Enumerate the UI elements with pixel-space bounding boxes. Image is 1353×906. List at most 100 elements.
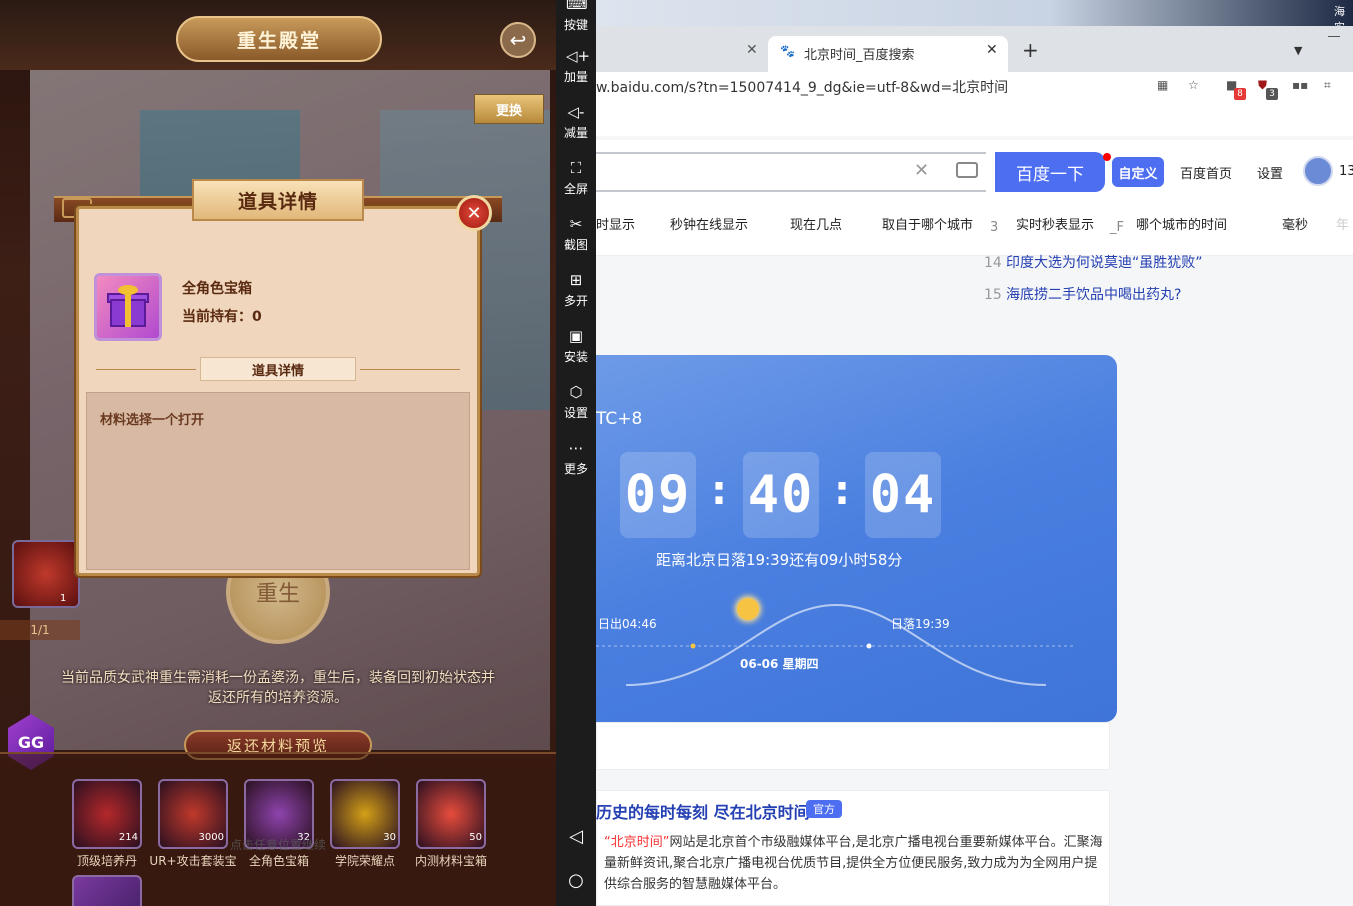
material-slot-label: 顶级培养丹 — [76, 854, 137, 868]
dialog-title: 道具详情 — [192, 179, 364, 221]
clock-seconds: 04 — [865, 452, 941, 538]
sidebar-button-keyboard[interactable]: ⌨ 按键 — [556, 0, 596, 33]
material-slot-count: 50 — [469, 832, 482, 843]
clock-colon: : — [834, 468, 850, 514]
suggestion-link[interactable]: 现在几点 — [790, 214, 842, 233]
rebirth-description: 当前品质女武神重生需消耗一份孟婆汤，重生后，装备回到初始状态并返还所有的培养资源… — [61, 670, 495, 706]
sidebar-button-label: 多开 — [563, 294, 588, 308]
sidebar-button-more[interactable]: ⋯ 更多 — [556, 438, 596, 477]
sidebar-button-apk[interactable]: ▣ 安装 — [556, 326, 596, 365]
material-slot-extra[interactable] — [72, 875, 142, 906]
sidebar-button-gear[interactable]: ⬡ 设置 — [556, 382, 596, 421]
tab-list-chevron-icon[interactable]: ▼ — [1294, 44, 1302, 57]
browser-window: 海实 ✕ 🐾 北京时间_百度搜索 ✕ + ▼ w.baidu.com/s?tn=… — [596, 0, 1353, 906]
section-divider-right — [360, 369, 460, 370]
sidebar-button-label: 设置 — [563, 406, 588, 420]
item-held-count: 当前持有：0 — [182, 309, 262, 325]
clock-hours: 09 — [620, 452, 696, 538]
hot-search-item[interactable]: 14 印度大选为何说莫迪“虽胜犹败” — [984, 252, 1203, 272]
section-label: 道具详情 — [200, 357, 356, 381]
clock-minutes: 40 — [743, 452, 819, 538]
gift-box-icon — [106, 285, 150, 329]
sidebar-button-volume-up[interactable]: ◁+ 加量 — [556, 46, 596, 85]
hot-search-title: 海底捞二手饮品中喝出药丸? — [1006, 287, 1182, 303]
sidebar-button-label: 截图 — [563, 238, 588, 252]
material-slot-label: 内测材料宝箱 — [414, 854, 487, 868]
tap-to-continue-text: 点击任意位置继续 — [230, 838, 327, 852]
dialog-close-button[interactable]: ✕ — [456, 195, 492, 231]
suggestion-link[interactable]: _F — [1110, 220, 1124, 235]
apps-grid-icon[interactable]: ▪▪ — [1292, 78, 1308, 94]
material-slot-label: 全角色宝箱 — [248, 854, 309, 868]
customize-button[interactable]: 自定义 — [1112, 157, 1164, 187]
sidebar-button-volume-down[interactable]: ◁- 减量 — [556, 102, 596, 141]
suggestion-link[interactable]: 年 — [1336, 214, 1349, 233]
clear-search-icon[interactable]: ✕ — [914, 160, 929, 181]
sidebar-button-fullscreen[interactable]: ⛶ 全屏 — [556, 158, 596, 197]
sunrise-time: 日出04:46 — [598, 617, 657, 631]
suggestion-link[interactable]: 时显示 — [596, 214, 635, 233]
browser-top-strip — [596, 0, 1353, 26]
avatar[interactable] — [1303, 156, 1333, 186]
prev-tab-close-button[interactable]: ✕ — [746, 42, 758, 58]
sidebar-button-multi-open[interactable]: ⊞ 多开 — [556, 270, 596, 309]
suggestion-link[interactable]: 秒钟在线显示 — [670, 214, 748, 233]
baidu-paw-icon: 🐾 — [780, 44, 795, 58]
tab-close-button[interactable]: ✕ — [986, 42, 998, 58]
bookmark-star-icon[interactable]: ☆ — [1188, 78, 1204, 94]
new-tab-button[interactable]: + — [1022, 38, 1039, 62]
extension-badge-red: 8 — [1234, 88, 1246, 100]
page-title: 重生殿堂 — [176, 16, 382, 62]
swap-button[interactable]: 更换 — [474, 94, 544, 124]
item-description: 材料选择一个打开 — [100, 413, 205, 428]
apk-icon: ▣ — [568, 327, 584, 345]
camera-icon[interactable] — [956, 162, 978, 178]
android-home-button[interactable]: ○ — [556, 870, 596, 891]
url-text[interactable]: w.baidu.com/s?tn=15007414_9_dg&ie=utf-8&… — [596, 77, 1008, 97]
suggestion-link[interactable]: 毫秒 — [1282, 214, 1308, 233]
sun-path-svg — [596, 603, 1076, 686]
hot-search-title: 印度大选为何说莫迪“虽胜犹败” — [1006, 255, 1203, 271]
gear-icon: ⬡ — [569, 383, 583, 401]
volume-up-icon: ◁+ — [566, 47, 591, 65]
sidebar-button-label: 加量 — [563, 70, 588, 84]
back-button[interactable]: ↩ — [500, 22, 536, 58]
page-indicator: 1/1 — [0, 620, 80, 640]
minimize-icon[interactable] — [1328, 36, 1340, 37]
suggestion-link[interactable]: 3 — [990, 220, 998, 235]
crop-icon[interactable]: ⌗ — [1324, 78, 1340, 94]
material-slot-label: UR+攻击套装宝 — [149, 854, 237, 868]
back-triangle-icon: ◁ — [569, 826, 583, 847]
more-icon: ⋯ — [568, 439, 584, 457]
android-back-button[interactable]: ◁ — [556, 826, 596, 847]
timecard-footer — [596, 722, 1110, 770]
sidebar-button-label: 更多 — [563, 462, 588, 476]
sunset-time: 日落19:39 — [891, 617, 950, 631]
game-pane: 重生殿堂 ↩ 更换 1 1/1 重生 当前品质女武神重生需消耗一份孟婆汤，重生后… — [0, 0, 556, 906]
sidebar-button-label: 按键 — [563, 18, 588, 32]
qr-code-icon[interactable]: ▦ — [1157, 78, 1173, 94]
sidebar-button-label: 减量 — [563, 126, 588, 140]
hot-search-item[interactable]: 15 海底捞二手饮品中喝出药丸? — [984, 284, 1181, 304]
sidebar-button-label: 全屏 — [563, 182, 588, 196]
bookmark-bar — [596, 102, 1353, 136]
search-button[interactable]: 百度一下 — [995, 152, 1105, 192]
hot-search-rank: 14 — [984, 255, 1002, 271]
result-title-link[interactable]: 历史的每时每刻 尽在北京时间 — [596, 799, 810, 823]
result-snippet-highlight: “北京时间” — [604, 835, 670, 850]
suggestion-link[interactable]: 取自于哪个城市 — [882, 214, 973, 233]
suggestion-link[interactable]: 实时秒表显示 — [1016, 214, 1094, 233]
item-icon — [94, 273, 162, 341]
sidebar-button-scissors[interactable]: ✂ 截图 — [556, 214, 596, 253]
sun-icon — [737, 598, 759, 620]
nav-settings[interactable]: 设置 — [1257, 163, 1283, 182]
selected-character-slot[interactable] — [12, 540, 80, 608]
close-icon: ✕ — [466, 202, 482, 224]
fullscreen-icon: ⛶ — [570, 159, 582, 177]
multi-open-icon: ⊞ — [569, 271, 583, 289]
scissors-icon: ✂ — [569, 215, 583, 233]
nav-baidu-home[interactable]: 百度首页 — [1180, 163, 1232, 182]
suggestion-link[interactable]: 哪个城市的时间 — [1136, 214, 1227, 233]
volume-down-icon: ◁- — [567, 103, 585, 121]
beijing-time-card — [596, 355, 1117, 722]
